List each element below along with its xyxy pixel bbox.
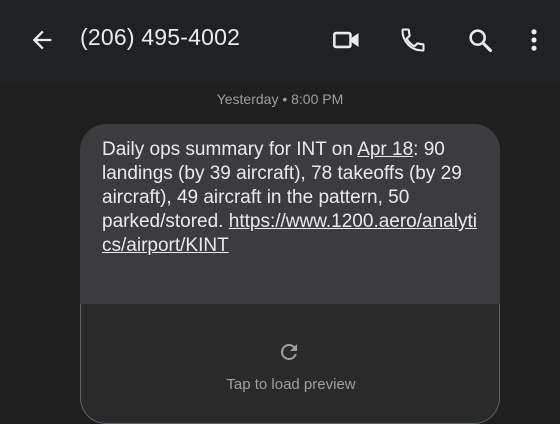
date-link[interactable]: Apr 18 [357,139,413,160]
tap-to-load-preview-label: Tap to load preview [226,376,356,393]
video-call-icon[interactable] [332,26,362,54]
back-arrow-icon[interactable] [28,26,56,54]
link-preview-card[interactable]: Tap to load preview [80,304,500,424]
contact-title: (206) 495-4002 [80,24,241,50]
message-text-part: Daily ops summary for INT on [102,139,358,160]
message-text: Daily ops summary for INT on Apr 18: 90 … [102,138,482,258]
app-bar: (206) 495-4002 [0,0,560,82]
more-options-icon[interactable] [524,26,544,54]
reload-icon [280,344,297,360]
message-timestamp: Yesterday • 8:00 PM [216,91,344,107]
phone-icon[interactable] [399,26,427,54]
conversation-area: Yesterday • 8:00 PM Daily ops summary fo… [0,82,560,424]
search-icon[interactable] [466,26,494,54]
message-bubble[interactable]: Daily ops summary for INT on Apr 18: 90 … [80,124,500,424]
